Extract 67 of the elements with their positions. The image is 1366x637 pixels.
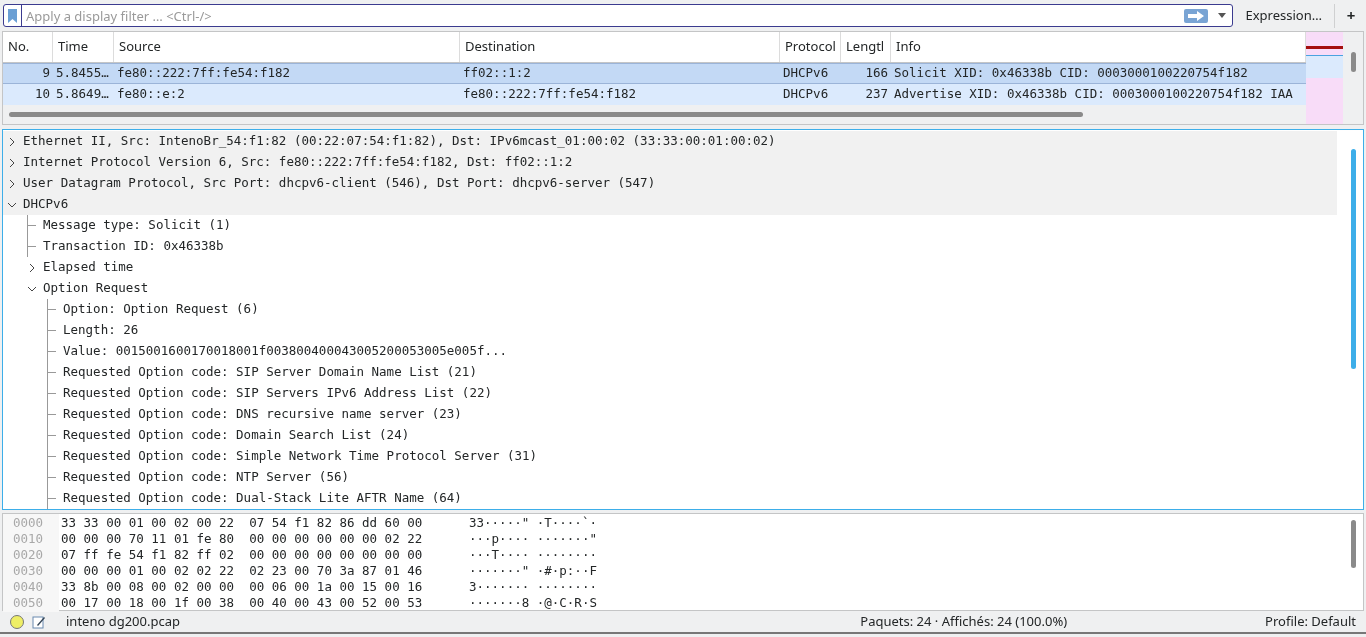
table-cell-text: DHCPv6 <box>782 85 830 104</box>
table-cell-text: fe80::222:7ff:fe54:f182 <box>116 64 292 83</box>
tree-item[interactable]: Message type: Solicit (1) <box>43 216 232 235</box>
ascii-bytes: ···p···· ·······" <box>469 529 597 548</box>
table-cell-text: fe80::222:7ff:fe54:f182 <box>462 85 638 104</box>
column-header[interactable]: No. <box>3 32 53 62</box>
chevron-right-icon[interactable] <box>7 178 17 189</box>
hex-bytes: 00 00 00 70 11 01 fe 80 00 00 00 00 00 00 02 22 <box>60 529 424 548</box>
vertical-scrollbar-thumb[interactable] <box>1350 149 1356 369</box>
ascii-bytes: ···T···· ········ <box>469 546 597 564</box>
table-cell-text: 9 <box>41 64 51 83</box>
tree-item[interactable]: Requested Option code: Simple Network Time Protocol Server (31) <box>63 447 538 466</box>
bookmark-icon[interactable] <box>8 8 17 23</box>
table-cell-text: 10 <box>33 85 51 104</box>
chevron-right-icon[interactable] <box>27 262 37 273</box>
tree-item[interactable]: Requested Option code: Domain Search List (24) <box>63 426 410 445</box>
expression-button[interactable]: Expression… <box>1237 3 1330 28</box>
column-header[interactable]: Protocol <box>780 32 841 62</box>
tree-item[interactable]: Requested Option code: NTP Server (56) <box>63 468 349 487</box>
edit-comment-icon[interactable] <box>32 614 46 629</box>
tree-item[interactable]: DHCPv6 <box>23 195 69 214</box>
hex-bytes: 00 00 00 01 00 02 02 22 02 23 00 70 3a 87 01 46 <box>60 561 424 580</box>
tree-item[interactable]: Value: 0015001600170018001f003800400043005200053005e005f... <box>63 342 507 361</box>
ascii-bytes: ·······" ·#·p:··F <box>469 561 597 580</box>
add-button[interactable]: + <box>1339 3 1363 28</box>
status-indicator-icon[interactable] <box>10 614 24 629</box>
table-cell-text: ff02::1:2 <box>462 64 532 83</box>
profile-label[interactable]: Profile: Default <box>1265 611 1356 632</box>
capture-file-name: inteno dg200.pcap <box>66 611 180 632</box>
table-cell-text: 237 <box>864 85 889 104</box>
vertical-scrollbar-thumb[interactable] <box>1350 52 1356 72</box>
tree-item[interactable]: Option Request <box>43 279 149 298</box>
tree-item[interactable]: Elapsed time <box>43 258 134 277</box>
table-cell-text: Solicit XID: 0x46338b CID: 0003000100220754f182 <box>893 64 1249 83</box>
table-cell-text: DHCPv6 <box>782 64 830 83</box>
vertical-scrollbar-thumb[interactable] <box>1350 520 1356 568</box>
hex-bytes: 00 17 00 18 00 1f 00 38 00 40 00 43 00 52 00 53 <box>60 593 424 612</box>
tree-item[interactable]: Requested Option code: Dual-Stack Lite AFTR Name (64) <box>63 489 462 508</box>
ascii-bytes: 33·····" ·T····`· <box>469 513 597 532</box>
dropdown-caret-icon[interactable] <box>1218 13 1227 18</box>
table-cell-text: 5.8649… <box>55 85 110 104</box>
packet-count: Paquets: 24 · Affichés: 24 (100.0%) <box>860 611 1068 632</box>
table-cell-text: Advertise XID: 0x46338b CID: 0003000100220754f182 IAA <box>893 85 1294 104</box>
packet-row[interactable]: 10 5.8649… fe80::e:2 fe80::222:7ff:fe54:f182 DHCPv6 237 Advertise XID: 0x46338b CID: 0003000100220754f182 IAA <box>3 84 1306 105</box>
table-cell-text: 166 <box>864 64 889 83</box>
tree-item[interactable]: Requested Option code: SIP Server Domain Name List (21) <box>63 363 477 382</box>
packet-row[interactable]: 9 5.8455… fe80::222:7ff:fe54:f182 ff02::1:2 DHCPv6 166 Solicit XID: 0x46338b CID: 0003000100220754f182 <box>3 63 1306 84</box>
table-cell-text: 5.8455… <box>55 64 110 83</box>
chevron-right-icon[interactable] <box>7 136 17 147</box>
ascii-bytes: 3······· ········ <box>469 578 597 596</box>
tree-item[interactable]: Requested Option code: DNS recursive name server (23) <box>63 405 462 424</box>
column-header[interactable]: Source <box>114 32 460 62</box>
column-header[interactable]: Time <box>53 32 114 62</box>
hex-bytes: 33 33 00 01 00 02 00 22 07 54 f1 82 86 dd 60 00 <box>60 513 424 532</box>
table-cell-text: fe80::e:2 <box>116 85 186 104</box>
ascii-bytes: ·······8 ·@·C·R·S <box>469 593 597 612</box>
tree-item[interactable]: Length: 26 <box>63 321 139 340</box>
chevron-right-icon[interactable] <box>7 157 17 168</box>
column-header[interactable]: Destination <box>460 32 780 62</box>
hex-bytes: 33 8b 00 08 00 02 00 00 00 06 00 1a 00 15 00 16 <box>60 577 424 596</box>
tree-item[interactable]: Option: Option Request (6) <box>63 300 259 319</box>
column-header[interactable]: Lengtl <box>841 32 891 62</box>
tree-item[interactable]: Transaction ID: 0x46338b <box>43 237 224 256</box>
packet-minimap[interactable] <box>1306 32 1343 124</box>
tree-item[interactable]: Requested Option code: SIP Servers IPv6 Address List (22) <box>63 384 492 403</box>
horizontal-scrollbar-thumb[interactable] <box>9 112 1083 117</box>
hex-bytes: 07 ff fe 54 f1 82 ff 02 00 00 00 00 00 00 00 00 <box>60 545 424 564</box>
